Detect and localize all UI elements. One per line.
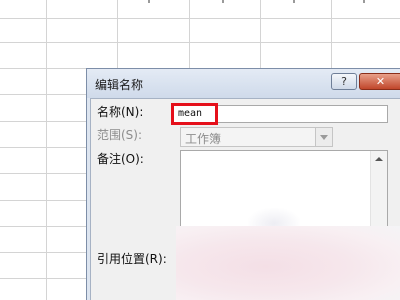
comment-label: 备注(O):: [97, 152, 144, 166]
dialog-titlebar[interactable]: 编辑名称 ? ✕: [87, 69, 400, 98]
chevron-down-icon[interactable]: [315, 128, 332, 146]
help-icon: ?: [341, 75, 347, 88]
scroll-up-icon[interactable]: [371, 151, 387, 167]
scope-label: 范围(S):: [97, 128, 143, 142]
name-highlight-box: [171, 103, 218, 125]
scope-select-value: 工作簿: [185, 132, 222, 146]
scope-select[interactable]: 工作簿: [180, 127, 333, 147]
blurred-watermark: [176, 226, 400, 300]
close-icon: ✕: [375, 75, 386, 88]
help-button[interactable]: ?: [331, 73, 357, 90]
refers-to-label: 引用位置(R):: [97, 252, 167, 266]
close-button[interactable]: ✕: [359, 73, 400, 90]
dialog-title: 编辑名称: [95, 78, 144, 92]
name-label: 名称(N):: [97, 105, 144, 119]
